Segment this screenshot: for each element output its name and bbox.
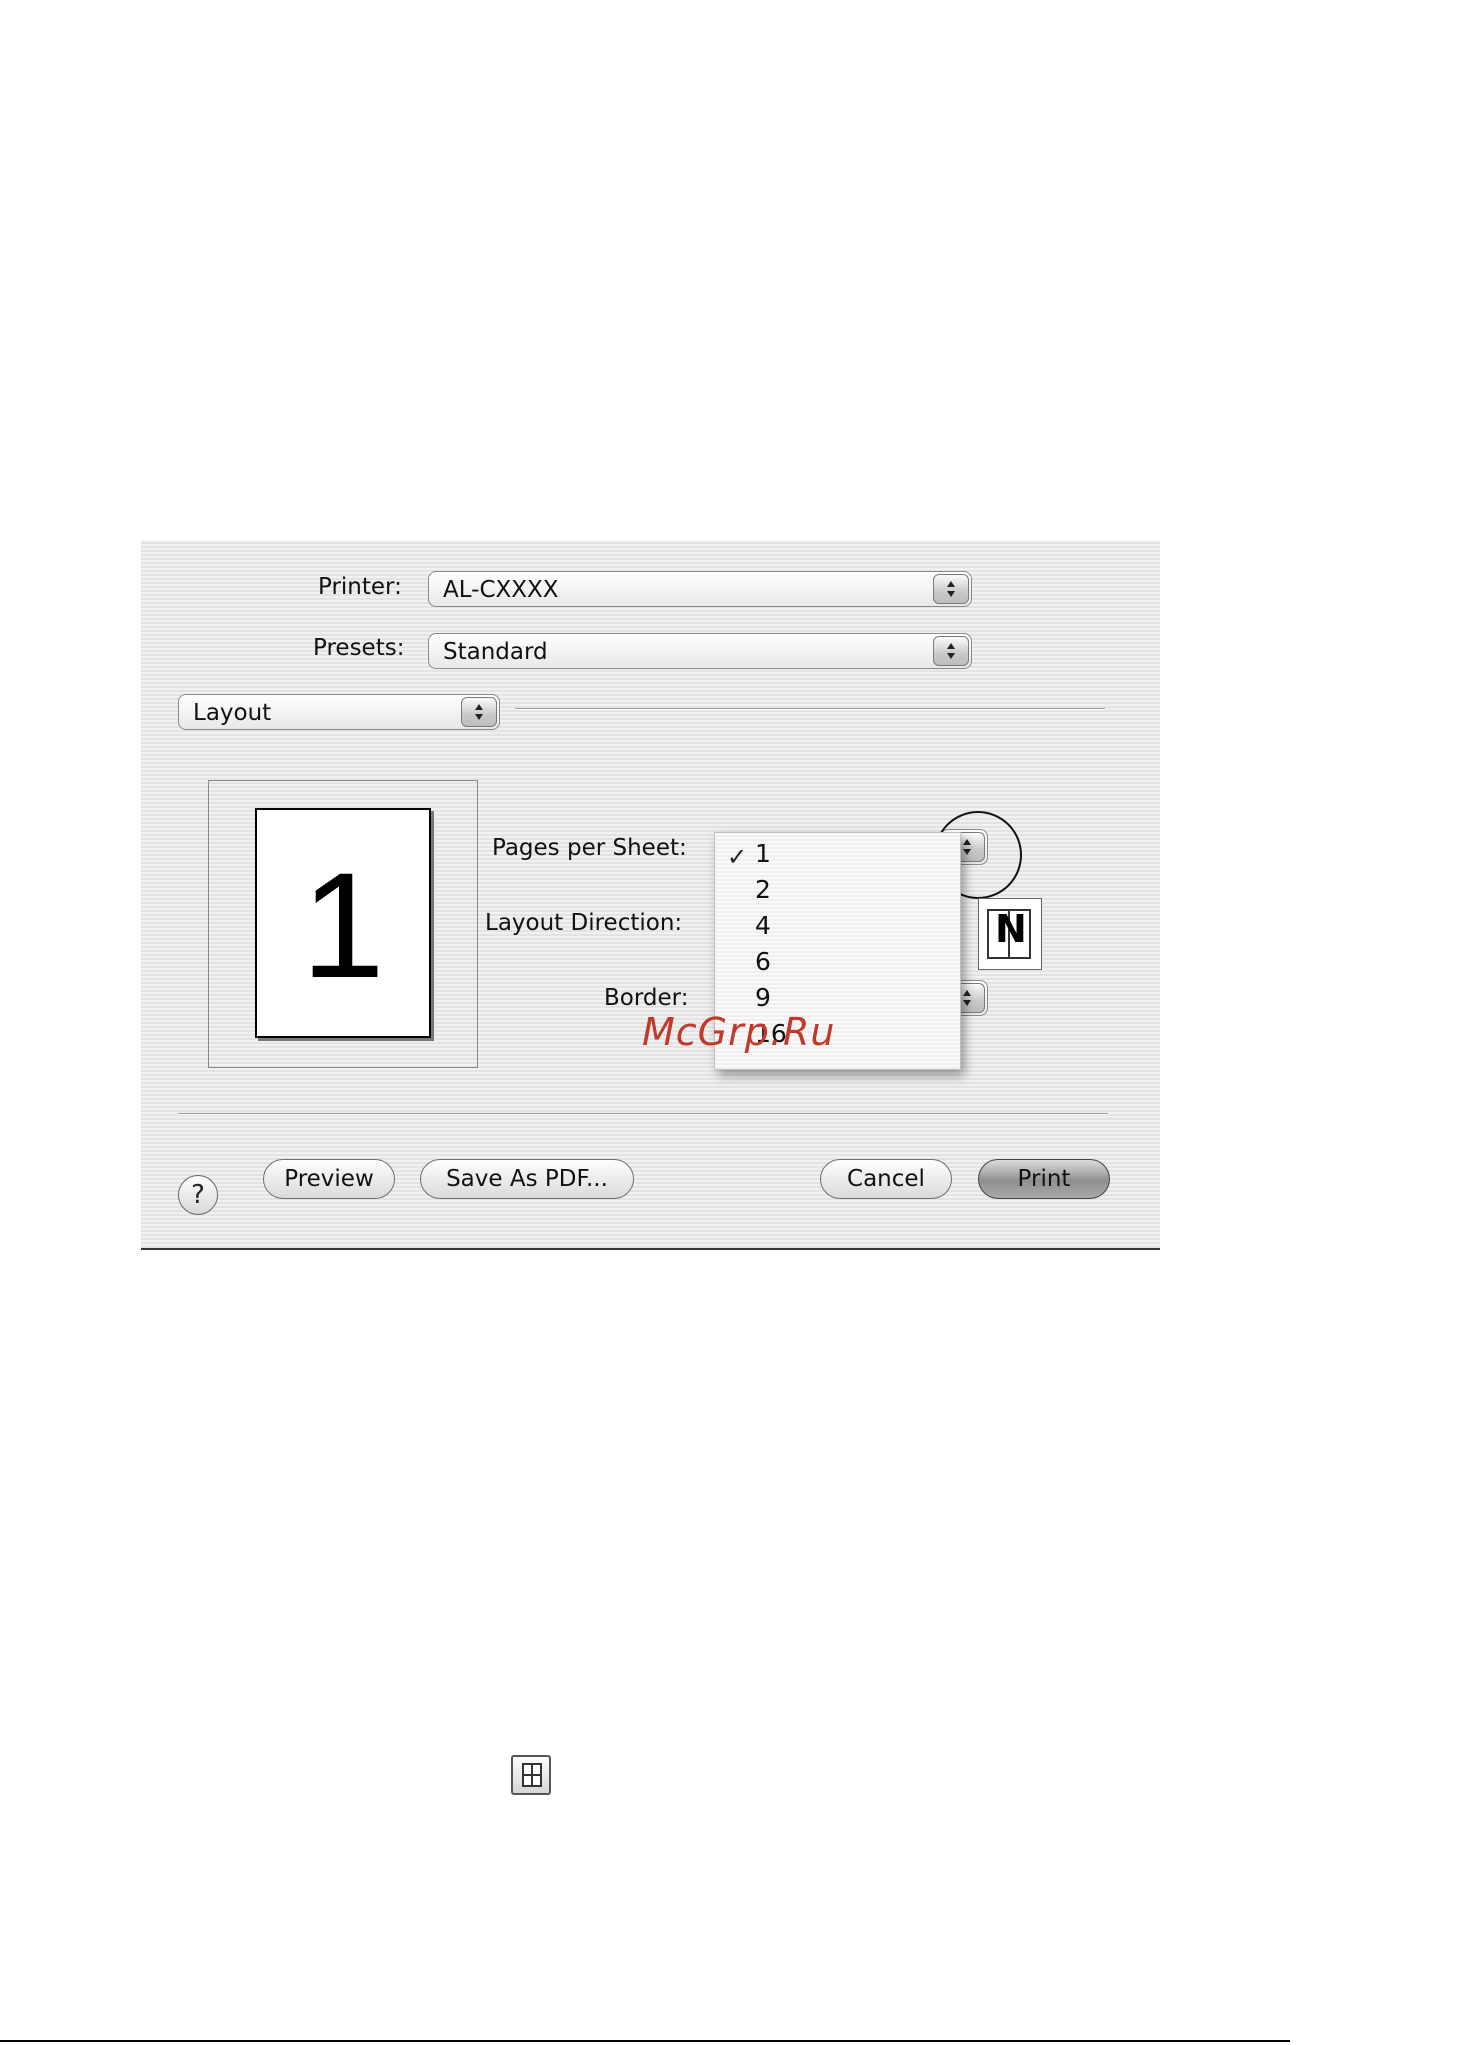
pane-popup[interactable]: Layout bbox=[178, 694, 500, 730]
save-as-pdf-button[interactable]: Save As PDF... bbox=[420, 1159, 634, 1199]
pages-per-sheet-label: Pages per Sheet: bbox=[492, 835, 687, 861]
print-button[interactable]: Print bbox=[978, 1159, 1110, 1199]
menu-item-9[interactable]: 9 bbox=[755, 983, 771, 1012]
printer-value: AL-CXXXX bbox=[443, 577, 559, 603]
preview-button[interactable]: Preview bbox=[263, 1159, 395, 1199]
presets-popup[interactable]: Standard bbox=[428, 633, 972, 669]
presets-label: Presets: bbox=[313, 635, 405, 661]
up-down-arrows-icon bbox=[461, 697, 497, 727]
layout-direction-label: Layout Direction: bbox=[485, 910, 683, 936]
layout-direction-glyph: N bbox=[995, 907, 1027, 951]
pane-separator bbox=[515, 708, 1105, 710]
printer-popup[interactable]: AL-CXXXX bbox=[428, 571, 972, 607]
menu-item-2[interactable]: 2 bbox=[755, 875, 771, 904]
printer-label: Printer: bbox=[318, 574, 402, 600]
menu-item-1[interactable]: 1 bbox=[755, 839, 771, 868]
watermark: McGrp.Ru bbox=[642, 1010, 836, 1054]
layout-icon-page bbox=[522, 1763, 542, 1787]
bottom-separator bbox=[178, 1113, 1108, 1115]
border-label: Border: bbox=[604, 985, 689, 1011]
layout-preview: 1 bbox=[208, 780, 478, 1068]
up-down-arrows-icon bbox=[933, 574, 969, 604]
up-down-arrows-icon bbox=[933, 636, 969, 666]
dialog-edge bbox=[141, 1248, 1160, 1250]
menu-item-6[interactable]: 6 bbox=[755, 947, 771, 976]
cancel-button[interactable]: Cancel bbox=[820, 1159, 952, 1199]
footer-rule bbox=[0, 2040, 1290, 2042]
pane-value: Layout bbox=[193, 700, 272, 726]
presets-value: Standard bbox=[443, 639, 548, 665]
menu-item-4[interactable]: 4 bbox=[755, 911, 771, 940]
layout-direction-button[interactable]: N bbox=[978, 898, 1042, 970]
checkmark-icon: ✓ bbox=[727, 843, 748, 871]
preview-page: 1 bbox=[255, 808, 431, 1038]
help-icon[interactable]: ? bbox=[178, 1175, 218, 1215]
layout-icon bbox=[511, 1755, 551, 1795]
